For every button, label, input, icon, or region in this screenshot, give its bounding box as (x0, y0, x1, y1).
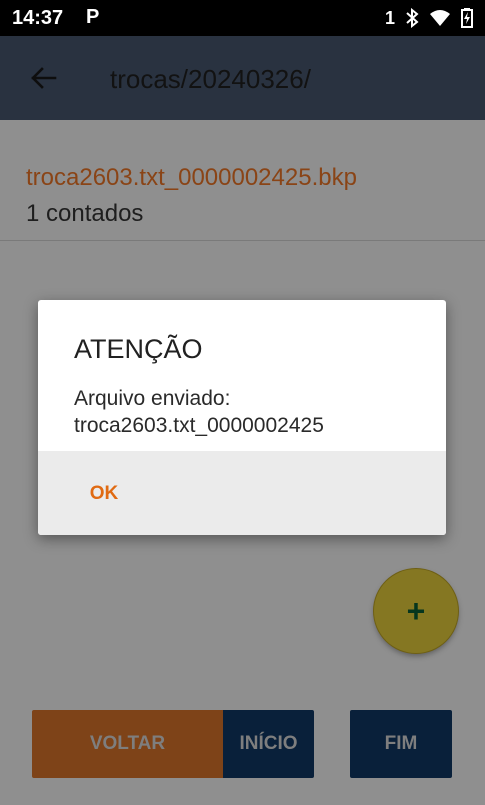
page-title: trocas/20240326/ (110, 64, 311, 94)
wifi-icon (430, 10, 450, 26)
dialog-message-line2: troca2603.txt_0000002425 (74, 414, 324, 437)
status-icons: 1 (385, 6, 473, 30)
dialog-message-line1: Arquivo enviado: (74, 387, 231, 410)
notification-letter: P (86, 6, 100, 28)
alert-dialog: ATENÇÃO Arquivo enviado: troca2603.txt_0… (38, 300, 446, 535)
voltar-button[interactable]: VOLTAR (32, 710, 223, 778)
dialog-title: ATENÇÃO (74, 334, 203, 364)
dialog-message: Arquivo enviado: troca2603.txt_000000242… (74, 385, 424, 439)
back-button[interactable] (26, 62, 60, 94)
file-count: 1 contados (26, 200, 144, 227)
arrow-left-icon (31, 67, 57, 89)
inicio-button[interactable]: INÍCIO (223, 710, 314, 778)
status-bar: 14:37 P 1 (0, 0, 485, 36)
sim-indicator: 1 (384, 7, 395, 28)
plus-icon: + (406, 592, 426, 629)
dialog-actions: OK (38, 451, 446, 535)
ok-button[interactable]: OK (68, 471, 140, 517)
fim-button[interactable]: FIM (350, 710, 452, 778)
bluetooth-icon (406, 8, 419, 28)
battery-charging-icon (461, 8, 473, 28)
status-time: 14:37 (12, 7, 64, 29)
file-name: troca2603.txt_0000002425.bkp (26, 164, 357, 191)
list-item[interactable]: troca2603.txt_0000002425.bkp 1 contados (0, 160, 485, 241)
app-bar: trocas/20240326/ (0, 36, 485, 120)
add-button[interactable]: + (374, 569, 458, 653)
